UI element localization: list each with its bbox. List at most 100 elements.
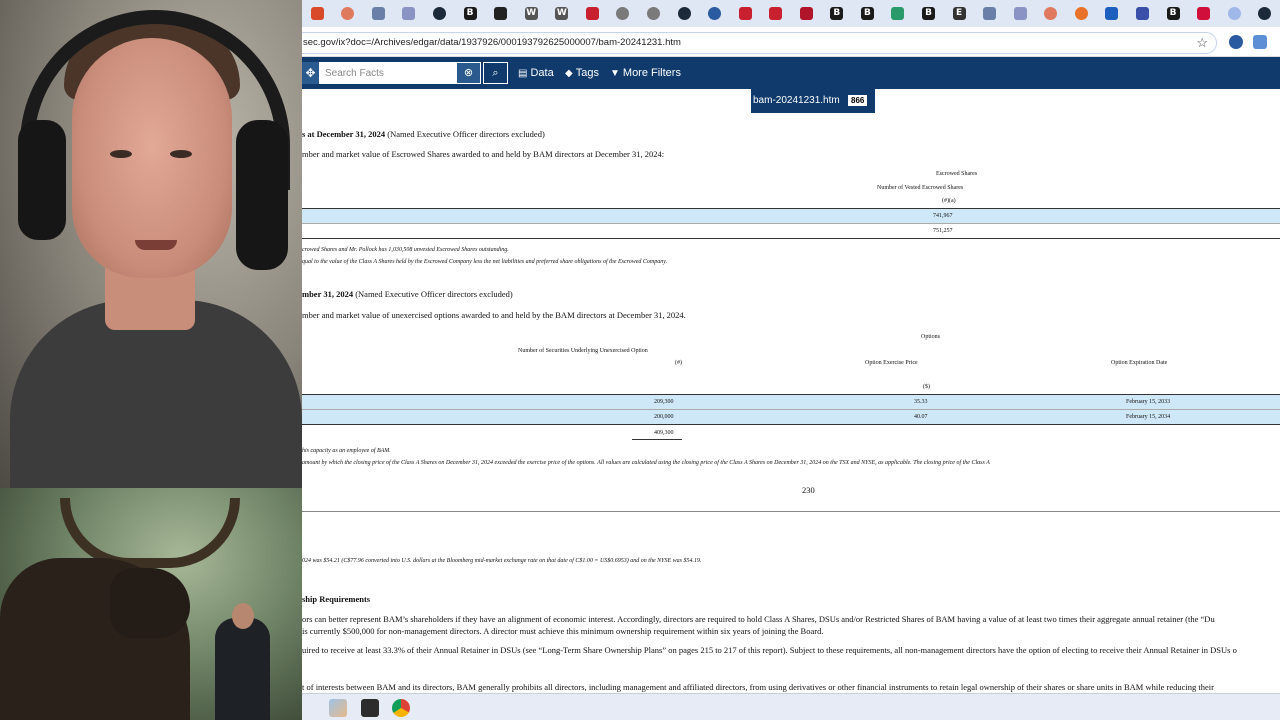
more-filters-menu[interactable]: ▼ More Filters (610, 67, 681, 79)
clock-icon (616, 7, 630, 20)
options-footnote: amount by which the closing price of the… (302, 460, 990, 466)
search-icon[interactable]: ⌕ (483, 62, 508, 84)
presenter-mouth (135, 240, 177, 250)
table-rule (302, 409, 1280, 410)
ownership-paragraph-cutoff: t of interests between BAM and its direc… (302, 682, 1214, 692)
more-filters-label: More Filters (622, 67, 681, 79)
options-footnote: his capacity as an employee of BAM. (302, 448, 391, 454)
ownership-paragraph: is currently $500,000 for non-management… (302, 626, 824, 636)
escrow-column-header: Number of Vested Escrowed Shares (877, 185, 964, 191)
bookmark-item[interactable] (1249, 0, 1280, 27)
browser-window: B W W B B B E B sec.gov/ix?doc=/Archives/edgar/… (302, 0, 1280, 720)
bookmark-item[interactable]: B (455, 0, 486, 27)
bookmark-item[interactable] (974, 0, 1005, 27)
bookmark-item[interactable] (1097, 0, 1128, 27)
section1-intro: mber and market value of Escrowed Shares… (302, 149, 665, 159)
clock-icon (646, 7, 660, 20)
circle-icon (1044, 7, 1058, 20)
chrome-icon[interactable] (392, 699, 410, 717)
ownership-paragraph: uired to receive at least 33.3% of their… (302, 645, 1237, 655)
tags-menu[interactable]: ◆ Tags (565, 67, 599, 79)
bookmark-item[interactable] (730, 0, 761, 27)
wcs-icon (1135, 7, 1149, 20)
data-menu[interactable]: ▤ Data (518, 67, 554, 79)
bookmark-item[interactable]: B (1158, 0, 1189, 27)
escrow-footnote: qual to the value of the Class A Shares … (302, 259, 668, 265)
square-icon (494, 7, 508, 20)
filter-icon: ▼ (610, 68, 620, 79)
e-icon: E (952, 7, 966, 20)
bookmark-item[interactable]: B (852, 0, 883, 27)
options-price: 35.33 (914, 399, 928, 405)
w-icon: W (524, 7, 538, 20)
bookmark-item[interactable] (485, 0, 516, 27)
b-icon: B (463, 7, 477, 20)
options-col2-unit: ($) (923, 384, 930, 390)
orange-circle-icon (1074, 7, 1088, 20)
options-col2-header: Option Exercise Price (865, 360, 918, 366)
bookmark-item[interactable] (638, 0, 669, 27)
extension-icon[interactable] (1253, 35, 1267, 49)
b-icon: B (922, 7, 936, 20)
bookmark-item[interactable] (883, 0, 914, 27)
search-facts-input[interactable] (319, 62, 456, 84)
bookmark-item[interactable] (1219, 0, 1250, 27)
moose-head (110, 568, 190, 638)
file-explorer-icon[interactable] (361, 699, 379, 717)
bookmark-item[interactable] (669, 0, 700, 27)
table-rule (632, 439, 682, 440)
bookmark-item[interactable] (791, 0, 822, 27)
page-number: 230 (802, 485, 815, 495)
section2-title: mber 31, 2024 (Named Executive Officer d… (302, 289, 513, 299)
red-square-icon (1197, 7, 1211, 20)
rd-icon (310, 7, 324, 20)
bookmark-item[interactable] (1066, 0, 1097, 27)
bookmark-item[interactable] (1036, 0, 1067, 27)
profile-icon[interactable] (1229, 35, 1243, 49)
section1-title-bold: s at December 31, 2024 (302, 129, 386, 139)
photos-app-icon[interactable] (329, 699, 347, 717)
bookmark-item[interactable] (608, 0, 639, 27)
bookmark-item[interactable]: W (516, 0, 547, 27)
escrow-footnote: crowed Shares and Mr. Pollock has 1,030,… (302, 247, 509, 253)
options-expiry: February 15, 2033 (1126, 399, 1171, 405)
bookmark-star-icon[interactable]: ☆ (1196, 35, 1208, 51)
bookmark-item[interactable]: B (822, 0, 853, 27)
menu-icon[interactable]: ✥ (302, 62, 319, 84)
clear-search-icon[interactable]: ⊗ (456, 62, 481, 84)
bookmark-item[interactable] (302, 0, 333, 27)
url-text[interactable]: sec.gov/ix?doc=/Archives/edgar/data/1937… (303, 37, 681, 48)
bookmark-item[interactable] (1188, 0, 1219, 27)
options-price: 40.07 (914, 414, 928, 420)
suited-man (215, 618, 270, 720)
bookmark-item[interactable] (760, 0, 791, 27)
document-tab[interactable]: bam-20241231.htm 866 (751, 89, 875, 113)
bookmark-item[interactable]: B (913, 0, 944, 27)
dark-circle-icon (677, 7, 691, 20)
escrow-value: 751,257 (933, 228, 953, 234)
bookmark-item[interactable] (699, 0, 730, 27)
grid-icon (799, 7, 813, 20)
bookmark-item[interactable] (394, 0, 425, 27)
escrow-group-header: Escrowed Shares (936, 171, 978, 177)
bookmark-item[interactable] (363, 0, 394, 27)
options-expiry: February 15, 2034 (1126, 414, 1171, 420)
bookmark-item[interactable] (1005, 0, 1036, 27)
options-col3-header: Option Expiration Date (1111, 360, 1168, 366)
bookmark-item[interactable] (577, 0, 608, 27)
bookmark-item[interactable] (333, 0, 364, 27)
bookmark-item[interactable]: E (944, 0, 975, 27)
moose-artwork (0, 488, 302, 720)
fact-count-badge: 866 (848, 95, 868, 106)
bookmark-item[interactable]: W (547, 0, 578, 27)
price-note: 024 was $54.21 (C$77.96 converted into U… (302, 558, 702, 564)
bookmark-item[interactable] (424, 0, 455, 27)
table-icon: ▤ (518, 68, 528, 79)
headphones-cup (18, 120, 66, 240)
dots-icon (402, 7, 416, 20)
bookmarks-bar: BWWBBBEB (302, 0, 1280, 27)
tags-menu-label: Tags (575, 67, 599, 79)
address-bar-row: sec.gov/ix?doc=/Archives/edgar/data/1937… (302, 27, 1280, 57)
address-bar[interactable]: sec.gov/ix?doc=/Archives/edgar/data/1937… (302, 32, 1217, 54)
bookmark-item[interactable] (1127, 0, 1158, 27)
